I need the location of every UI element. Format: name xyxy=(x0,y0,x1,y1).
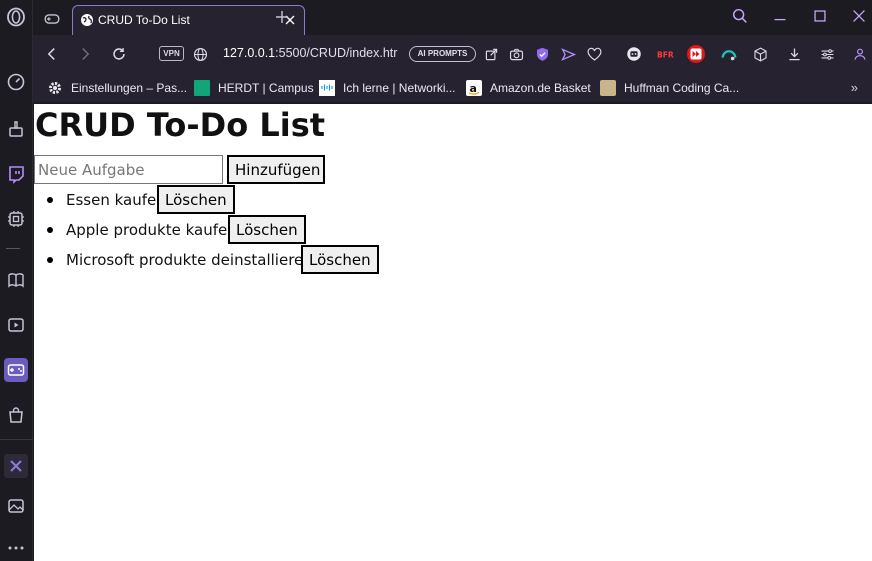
todo-text: Microsoft produkte deinstallieren xyxy=(66,251,313,269)
navigation-bar: VPN 127.0.0.1:5500/CRUD/index.htr AI PRO… xyxy=(33,35,872,73)
todo-text: Essen kaufen xyxy=(66,191,166,209)
browser-sidebar xyxy=(0,0,33,561)
sidebar-divider xyxy=(0,439,33,440)
page-title: CRUD To-Do List xyxy=(35,106,326,144)
search-icon[interactable] xyxy=(730,6,750,26)
delete-button[interactable]: Löschen xyxy=(157,185,235,214)
gear-icon xyxy=(47,80,63,96)
bfr-extension-icon[interactable]: BFR xyxy=(656,44,676,64)
clean-broom-icon[interactable] xyxy=(4,117,28,141)
cube-package-icon[interactable] xyxy=(750,44,770,64)
forward-arrow-icon[interactable] xyxy=(75,44,95,64)
bookmark-huffman-coding[interactable]: Huffman Coding Ca... xyxy=(600,79,739,97)
send-arrow-icon[interactable] xyxy=(558,44,578,64)
fast-forward-extension-icon[interactable] xyxy=(686,44,706,64)
heart-icon[interactable] xyxy=(584,44,604,64)
more-options-icon[interactable] xyxy=(4,536,28,560)
bookmarks-bar: Einstellungen – Pas... HERDT | Campus Ic… xyxy=(33,73,872,103)
download-icon[interactable] xyxy=(784,44,804,64)
bookmark-label: Amazon.de Basket xyxy=(490,81,591,95)
twitch-icon[interactable] xyxy=(4,162,28,186)
minimize-icon[interactable] xyxy=(770,6,790,26)
list-bullet xyxy=(47,197,53,203)
gamepad-icon[interactable] xyxy=(39,6,65,32)
sidebar-divider xyxy=(6,248,20,249)
svg-text:BFR: BFR xyxy=(657,51,674,60)
app-launcher-icon[interactable] xyxy=(4,454,28,478)
ai-robot-extension-icon[interactable] xyxy=(624,44,644,64)
bookmark-label: Huffman Coding Ca... xyxy=(624,81,740,95)
easy-setup-sliders-icon[interactable] xyxy=(817,44,837,64)
add-task-button[interactable]: Hinzufügen xyxy=(227,155,325,184)
share-edit-icon[interactable] xyxy=(481,44,501,64)
speed-dial-icon[interactable] xyxy=(4,70,28,94)
cisco-favicon xyxy=(319,80,335,96)
tab-bar: CRUD To-Do List xyxy=(33,0,872,36)
herdt-favicon xyxy=(194,80,210,96)
amazon-favicon: a xyxy=(466,80,482,96)
tab-crud-todo[interactable]: CRUD To-Do List xyxy=(72,5,305,36)
url-host: 127.0.0.1 xyxy=(223,46,276,60)
bookmark-label: Einstellungen – Pas... xyxy=(71,81,188,95)
profile-user-icon[interactable] xyxy=(850,44,870,64)
new-task-input[interactable] xyxy=(34,155,223,184)
back-arrow-icon[interactable] xyxy=(42,44,62,64)
bookmark-amazon-basket[interactable]: a Amazon.de Basket xyxy=(466,79,591,97)
aria-chip-icon[interactable] xyxy=(4,207,28,231)
address-bar-url[interactable]: 127.0.0.1:5500/CRUD/index.htr xyxy=(223,46,397,60)
vpn-badge[interactable]: VPN xyxy=(159,46,184,61)
reading-book-icon[interactable] xyxy=(4,268,28,292)
bookmark-herdt-campus[interactable]: HERDT | Campus xyxy=(194,79,314,97)
new-tab-plus-icon[interactable] xyxy=(273,8,291,26)
bookmark-networking[interactable]: Ich lerne | Networki... xyxy=(319,79,456,97)
window-close-icon[interactable] xyxy=(849,6,869,26)
url-path: :5500/CRUD/index.htr xyxy=(275,46,398,60)
video-player-icon[interactable] xyxy=(4,313,28,337)
bookmark-label: HERDT | Campus xyxy=(218,81,314,95)
ai-prompts-button[interactable]: AI PROMPTS xyxy=(409,46,476,62)
page-viewport: CRUD To-Do List Hinzufügen Essen kaufen … xyxy=(34,104,872,561)
list-bullet xyxy=(47,227,53,233)
globe-icon xyxy=(80,13,94,27)
bookmark-einstellungen[interactable]: Einstellungen – Pas... xyxy=(47,79,187,97)
delete-button[interactable]: Löschen xyxy=(301,245,379,274)
shopping-bag-icon[interactable] xyxy=(4,403,28,427)
gallery-image-icon[interactable] xyxy=(4,494,28,518)
shield-check-icon[interactable] xyxy=(532,44,552,64)
delete-button[interactable]: Löschen xyxy=(228,215,306,244)
gx-gaming-icon[interactable] xyxy=(4,358,28,382)
reload-icon[interactable] xyxy=(109,44,129,64)
bookmarks-overflow-chevron-icon[interactable]: » xyxy=(851,80,858,95)
camera-icon[interactable] xyxy=(506,44,526,64)
todo-text: Apple produkte kaufen xyxy=(66,221,237,239)
huffman-favicon xyxy=(600,80,616,96)
gauge-extension-icon[interactable] xyxy=(719,44,739,64)
opera-logo-icon[interactable] xyxy=(4,5,28,29)
bookmark-label: Ich lerne | Networki... xyxy=(343,81,456,95)
list-bullet xyxy=(47,257,53,263)
maximize-icon[interactable] xyxy=(810,6,830,26)
tab-title: CRUD To-Do List xyxy=(98,13,190,27)
site-info-globe-icon[interactable] xyxy=(190,44,210,64)
